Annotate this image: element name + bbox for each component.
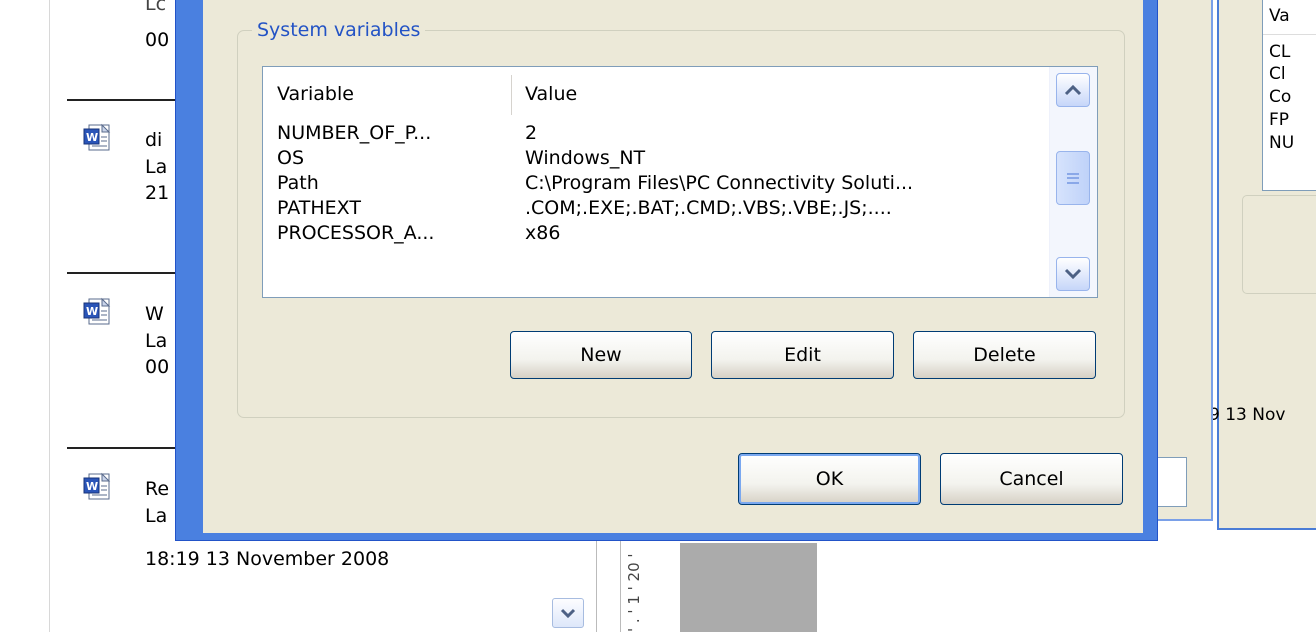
table-row[interactable]: PATHEXT .COM;.EXE;.BAT;.CMD;.VBS;.VBE;.J… [263, 196, 1049, 220]
pane-border [620, 540, 621, 632]
ok-button[interactable]: OK [738, 453, 921, 505]
document-name[interactable]: Re [145, 479, 169, 499]
word-document-icon: W [82, 123, 112, 153]
list-text-fragment: 00 [145, 29, 170, 51]
variable-value: Windows_NT [525, 147, 646, 169]
document-canvas [680, 543, 817, 632]
variable-name: PROCESSOR_A... [277, 222, 435, 244]
new-variable-button[interactable]: New [510, 331, 692, 379]
grip-icon [1067, 172, 1079, 184]
list-item[interactable]: FP [1269, 110, 1289, 130]
list-item[interactable]: Cl [1269, 64, 1286, 84]
system-variables-list[interactable]: Variable Value NUMBER_OF_P... 2 OS Windo… [262, 66, 1098, 298]
system-variables-title: System variables [252, 18, 426, 42]
scroll-up-button[interactable] [1056, 73, 1090, 107]
date-fragment: 9 13 Nov [1209, 405, 1286, 425]
list-text-fragment: 21 [145, 182, 170, 204]
variable-value: C:\Program Files\PC Connectivity Soluti.… [525, 172, 914, 194]
list-divider [1263, 34, 1316, 35]
vertical-scrollbar[interactable] [1049, 67, 1097, 297]
svg-text:W: W [86, 305, 98, 318]
table-row[interactable]: Path C:\Program Files\PC Connectivity So… [263, 171, 1049, 195]
scrollbar-thumb[interactable] [1056, 151, 1090, 205]
list-item[interactable]: Co [1269, 87, 1291, 107]
list-text-fragment: La [145, 156, 168, 178]
background-group-box [1242, 195, 1316, 294]
list-item[interactable]: CL [1269, 42, 1290, 62]
list-header: Variable Value [263, 67, 1049, 121]
chevron-down-icon [560, 608, 576, 618]
list-divider [67, 99, 182, 101]
variable-value: x86 [525, 222, 561, 244]
variable-name: PATHEXT [277, 197, 361, 219]
table-row[interactable]: PROCESSOR_A... x86 [263, 221, 1049, 245]
variable-name: OS [277, 147, 305, 169]
list-item[interactable]: NU [1269, 133, 1294, 153]
variable-name: NUMBER_OF_P... [277, 122, 432, 144]
chevron-down-icon [1064, 268, 1082, 280]
list-text-fragment: Lc [145, 0, 167, 15]
table-row[interactable]: NUMBER_OF_P... 2 [263, 121, 1049, 145]
variable-value: 2 [525, 122, 538, 144]
pane-border [596, 540, 597, 632]
svg-text:W: W [86, 131, 98, 144]
svg-text:W: W [86, 480, 98, 493]
word-document-icon: W [82, 472, 112, 502]
column-divider[interactable] [511, 75, 512, 115]
word-document-icon: W [82, 297, 112, 327]
variable-name: Path [277, 172, 319, 194]
chevron-up-icon [1064, 84, 1082, 96]
column-header-value[interactable]: Value [525, 82, 577, 106]
delete-variable-button[interactable]: Delete [913, 331, 1096, 379]
background-variable-list: Va CL Cl Co FP NU [1262, 0, 1316, 191]
document-timestamp: 18:19 13 November 2008 [145, 548, 390, 570]
scroll-down-button[interactable] [1056, 257, 1090, 291]
list-header-fragment: Va [1269, 6, 1290, 26]
column-header-variable[interactable]: Variable [277, 82, 354, 106]
list-divider [67, 447, 182, 449]
document-name[interactable]: W [145, 304, 164, 324]
list-divider [67, 272, 182, 274]
document-name[interactable]: di [145, 130, 162, 150]
ruler: ' . ' 1 ' 20 ' [625, 553, 643, 632]
list-text-fragment: 00 [145, 356, 170, 378]
table-row[interactable]: OS Windows_NT [263, 146, 1049, 170]
variable-value: .COM;.EXE;.BAT;.CMD;.VBS;.VBE;.JS;.... [525, 197, 892, 219]
pane-border [49, 0, 50, 632]
edit-variable-button[interactable]: Edit [711, 331, 894, 379]
list-text-fragment: La [145, 330, 168, 352]
list-text-fragment: La [145, 505, 168, 527]
cancel-button[interactable]: Cancel [940, 453, 1123, 505]
scroll-down-button[interactable] [552, 598, 584, 628]
